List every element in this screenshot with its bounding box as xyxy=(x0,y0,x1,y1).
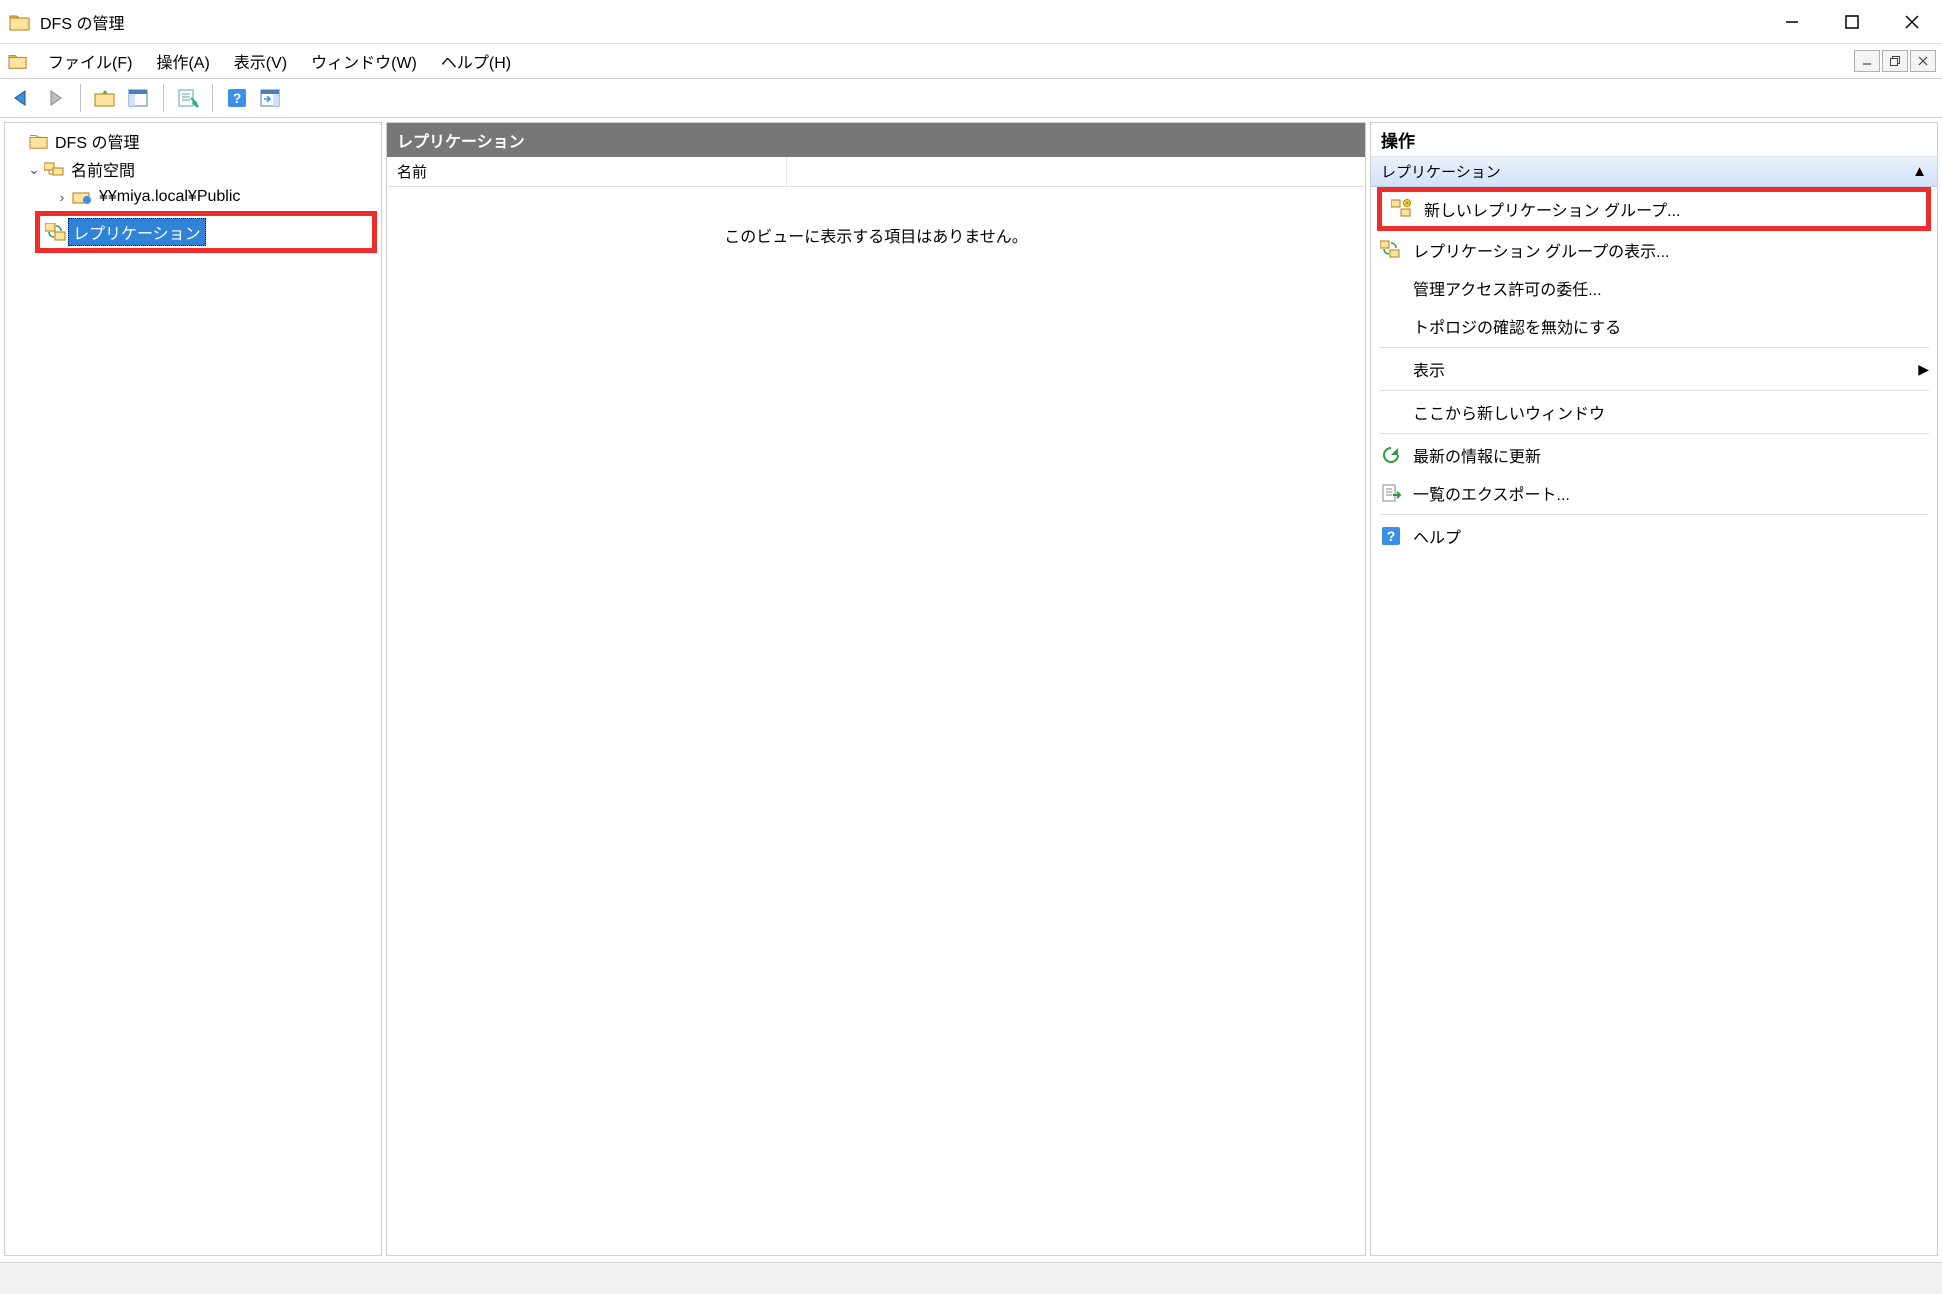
export-icon xyxy=(1379,482,1403,504)
refresh-icon xyxy=(1379,444,1403,466)
dfs-root-icon xyxy=(27,131,51,151)
statusbar xyxy=(0,1262,1942,1294)
up-level-button[interactable] xyxy=(91,84,119,112)
action-new-replication-group[interactable]: 新しいレプリケーション グループ... xyxy=(1382,192,1926,226)
actions-title: 操作 xyxy=(1371,123,1937,157)
tree-root[interactable]: DFS の管理 xyxy=(9,127,377,155)
action-help[interactable]: ? ヘルプ xyxy=(1371,517,1937,555)
column-spacer xyxy=(787,157,1365,186)
center-pane: レプリケーション 名前 このビューに表示する項目はありません。 xyxy=(386,122,1366,1256)
separator xyxy=(1379,433,1929,434)
separator xyxy=(1379,390,1929,391)
submenu-arrow-icon: ▶ xyxy=(1918,361,1929,378)
action-delegate-label: 管理アクセス許可の委任... xyxy=(1413,276,1602,300)
close-button[interactable] xyxy=(1882,0,1942,44)
mdi-minimize-button[interactable] xyxy=(1854,50,1880,72)
action-export-list[interactable]: 一覧のエクスポート... xyxy=(1371,474,1937,512)
svg-text:?: ? xyxy=(1387,528,1396,544)
titlebar: DFS の管理 xyxy=(0,0,1942,44)
show-groups-icon xyxy=(1379,239,1403,261)
back-button[interactable] xyxy=(8,84,36,112)
namespace-share-icon xyxy=(71,187,95,207)
list-header: 名前 xyxy=(387,157,1365,187)
menu-action[interactable]: 操作(A) xyxy=(144,45,221,77)
menu-window[interactable]: ウィンドウ(W) xyxy=(299,45,429,77)
action-refresh-label: 最新の情報に更新 xyxy=(1413,443,1541,467)
chevron-right-icon[interactable]: › xyxy=(53,189,71,205)
actions-pane: 操作 レプリケーション ▲ 新しいレプリケーション グループ... レプリケーシ… xyxy=(1370,122,1938,1256)
tree-namespace-path-label: ¥¥miya.local¥Public xyxy=(95,187,244,207)
tree-namespace-path[interactable]: › ¥¥miya.local¥Public xyxy=(9,183,377,211)
action-new-window-from-here[interactable]: ここから新しいウィンドウ xyxy=(1371,393,1937,431)
blank-icon xyxy=(1379,401,1403,423)
minimize-button[interactable] xyxy=(1762,0,1822,44)
tree-replication[interactable]: レプリケーション xyxy=(44,218,368,246)
menubar: ファイル(F) 操作(A) 表示(V) ウィンドウ(W) ヘルプ(H) xyxy=(0,44,1942,78)
properties-button[interactable] xyxy=(174,84,202,112)
forward-button[interactable] xyxy=(42,84,70,112)
blank-icon xyxy=(1379,315,1403,337)
blank-icon xyxy=(1379,358,1403,380)
help-icon: ? xyxy=(1379,525,1403,547)
action-show-replication-groups[interactable]: レプリケーション グループの表示... xyxy=(1371,231,1937,269)
column-name[interactable]: 名前 xyxy=(387,157,787,186)
action-view-label: 表示 xyxy=(1413,357,1445,381)
chevron-down-icon[interactable]: ⌄ xyxy=(25,161,43,178)
menu-help[interactable]: ヘルプ(H) xyxy=(429,45,523,77)
empty-list-message: このビューに表示する項目はありません。 xyxy=(387,187,1365,283)
action-new-group-label: 新しいレプリケーション グループ... xyxy=(1424,197,1681,221)
tree-namespaces[interactable]: ⌄ 名前空間 xyxy=(9,155,377,183)
svg-text:?: ? xyxy=(233,90,242,106)
action-disable-topology-check[interactable]: トポロジの確認を無効にする xyxy=(1371,307,1937,345)
mdi-restore-button[interactable] xyxy=(1882,50,1908,72)
doc-icon xyxy=(6,49,30,73)
show-hide-action-pane-button[interactable] xyxy=(257,84,285,112)
action-new-window-label: ここから新しいウィンドウ xyxy=(1413,400,1605,424)
tree-pane: DFS の管理 ⌄ 名前空間 › ¥¥miya.local¥Public xyxy=(4,122,382,1256)
tree-replication-label: レプリケーション xyxy=(68,218,206,246)
tree-root-label: DFS の管理 xyxy=(51,128,143,154)
action-show-groups-label: レプリケーション グループの表示... xyxy=(1413,238,1670,262)
blank-icon xyxy=(1379,277,1403,299)
menu-file[interactable]: ファイル(F) xyxy=(36,45,144,77)
collapse-triangle-icon: ▲ xyxy=(1912,163,1927,180)
action-delegate-permissions[interactable]: 管理アクセス許可の委任... xyxy=(1371,269,1937,307)
replication-icon xyxy=(44,222,68,242)
separator xyxy=(1379,347,1929,348)
namespaces-icon xyxy=(43,159,67,179)
tree-namespaces-label: 名前空間 xyxy=(67,156,139,182)
toolbar: ? xyxy=(0,78,1942,118)
mdi-close-button[interactable] xyxy=(1910,50,1936,72)
window-title: DFS の管理 xyxy=(40,10,124,34)
separator xyxy=(1379,514,1929,515)
app-icon xyxy=(8,10,32,34)
show-hide-tree-button[interactable] xyxy=(125,84,153,112)
highlight-action-new-group: 新しいレプリケーション グループ... xyxy=(1377,187,1931,231)
action-disable-topology-label: トポロジの確認を無効にする xyxy=(1413,314,1621,338)
menu-view[interactable]: 表示(V) xyxy=(222,45,299,77)
highlight-tree-replication: レプリケーション xyxy=(35,211,377,253)
main-area: DFS の管理 ⌄ 名前空間 › ¥¥miya.local¥Public xyxy=(0,118,1942,1262)
actions-group-header-label: レプリケーション xyxy=(1381,161,1501,182)
maximize-button[interactable] xyxy=(1822,0,1882,44)
new-group-icon xyxy=(1390,198,1414,220)
actions-group-header[interactable]: レプリケーション ▲ xyxy=(1371,157,1937,187)
center-header: レプリケーション xyxy=(387,123,1365,157)
action-refresh[interactable]: 最新の情報に更新 xyxy=(1371,436,1937,474)
help-button[interactable]: ? xyxy=(223,84,251,112)
action-export-list-label: 一覧のエクスポート... xyxy=(1413,481,1570,505)
action-view-submenu[interactable]: 表示 ▶ xyxy=(1371,350,1937,388)
action-help-label: ヘルプ xyxy=(1413,524,1461,548)
